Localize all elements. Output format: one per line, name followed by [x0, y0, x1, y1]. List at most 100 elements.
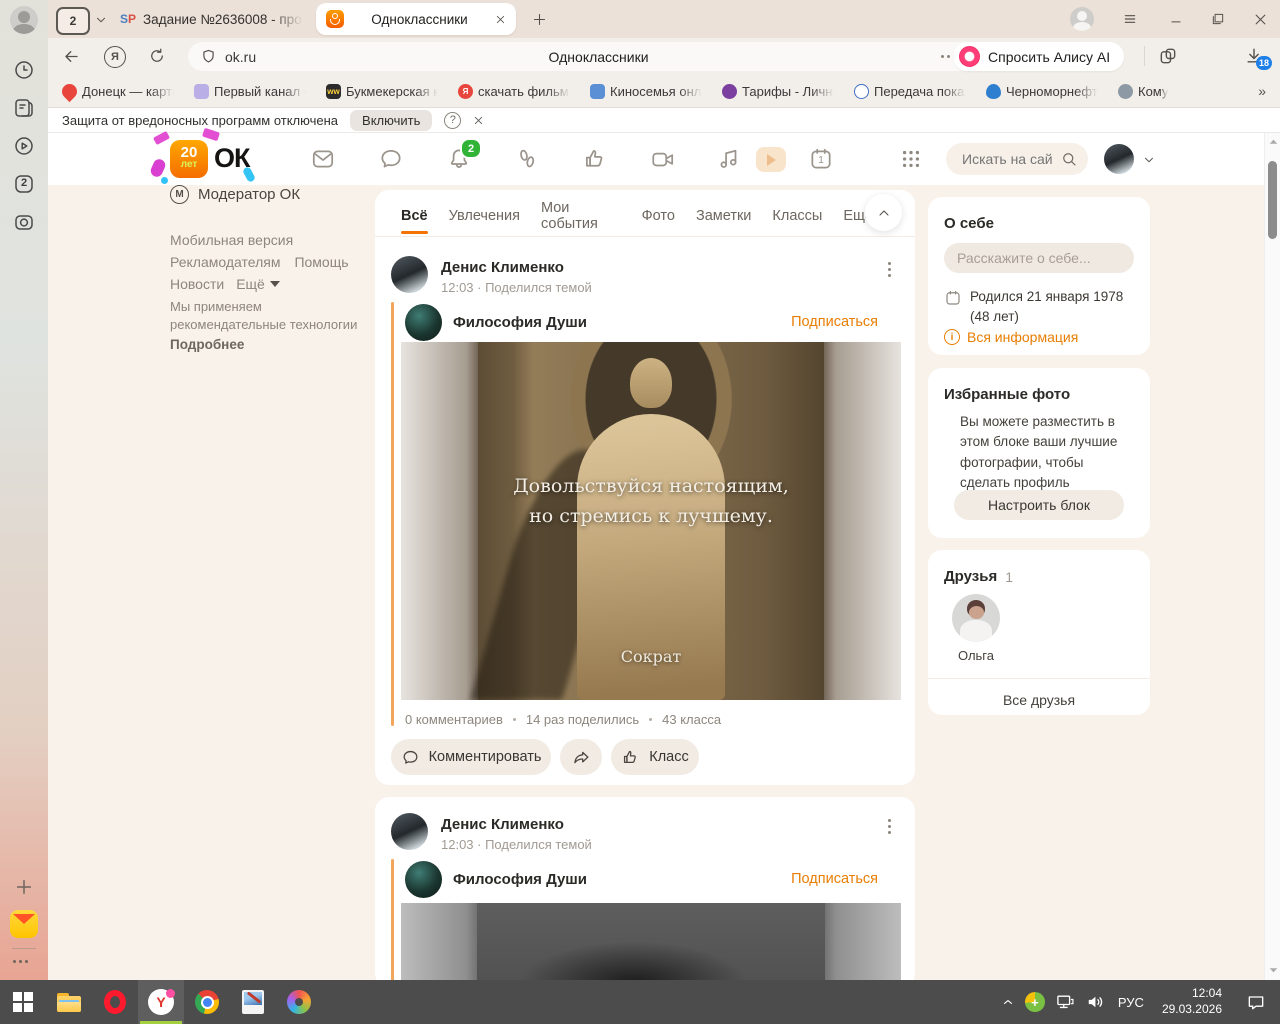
- nav-help-link[interactable]: Помощь: [294, 254, 348, 270]
- sidebar-more-icon[interactable]: [13, 960, 28, 963]
- site-search[interactable]: [946, 143, 1088, 175]
- tab-counter[interactable]: 2: [56, 7, 90, 35]
- bookmark-item[interactable]: Передача показа: [854, 83, 966, 99]
- tab-counter-chevron-icon[interactable]: [94, 13, 108, 27]
- group-name[interactable]: Философия Души: [453, 314, 587, 331]
- url-field[interactable]: ok.ru Одноклассники: [188, 42, 996, 71]
- bookmark-item[interactable]: Донецк — карта,: [58, 80, 174, 102]
- enable-protect-button[interactable]: Включить: [350, 109, 433, 131]
- user-menu-chevron-icon[interactable]: [1142, 153, 1156, 167]
- group-name[interactable]: Философия Души: [453, 871, 587, 888]
- feed-articles-icon[interactable]: [12, 96, 36, 120]
- history-icon[interactable]: [12, 58, 36, 82]
- chrome-icon[interactable]: [184, 980, 230, 1024]
- help-icon[interactable]: ?: [444, 111, 462, 129]
- apps-grid-icon[interactable]: [900, 148, 922, 170]
- feed-tab-hobbies[interactable]: Увлечения: [449, 208, 520, 224]
- video-panel-icon[interactable]: [12, 134, 36, 158]
- browser-user-avatar[interactable]: [1070, 7, 1094, 31]
- paint-icon[interactable]: [230, 980, 276, 1024]
- subscribe-link[interactable]: Подписаться: [791, 314, 878, 330]
- yandex-browser-icon[interactable]: Y: [138, 980, 184, 1024]
- scroll-up-icon[interactable]: [1269, 138, 1278, 145]
- all-info-link[interactable]: i Вся информация: [944, 329, 1078, 345]
- feed-tab-likes[interactable]: Классы: [772, 208, 822, 224]
- post-author-avatar[interactable]: [391, 813, 428, 850]
- bookmarks-overflow-icon[interactable]: »: [1258, 83, 1266, 99]
- yandex-services-icon[interactable]: Я: [104, 46, 126, 68]
- alice-button[interactable]: Спросить Алису AI: [953, 42, 1125, 71]
- comment-button[interactable]: Комментировать: [391, 739, 551, 775]
- post-author-name[interactable]: Денис Клименко: [441, 816, 564, 833]
- tray-clock[interactable]: 12:04 29.03.2026: [1152, 980, 1232, 1024]
- nav-more-link[interactable]: Ещё: [236, 276, 280, 292]
- about-input[interactable]: Расскажите о себе...: [944, 243, 1134, 273]
- language-indicator[interactable]: РУС: [1110, 980, 1152, 1024]
- post-author-name[interactable]: Денис Клименко: [441, 259, 564, 276]
- downloads-icon[interactable]: 18: [1244, 46, 1272, 70]
- search-input[interactable]: [960, 150, 1060, 168]
- likes-count[interactable]: 43 класса: [662, 712, 721, 727]
- window-close-icon[interactable]: [1240, 1, 1280, 37]
- nav-news-link[interactable]: Новости: [170, 276, 224, 292]
- action-center-icon[interactable]: [1232, 980, 1280, 1024]
- collapse-feed-button[interactable]: [865, 194, 902, 231]
- start-button-icon[interactable]: [0, 980, 46, 1024]
- music-icon[interactable]: [716, 146, 742, 172]
- messages-icon[interactable]: [310, 146, 336, 172]
- ok-user-avatar[interactable]: [1104, 144, 1134, 174]
- feed-tab-photo[interactable]: Фото: [642, 208, 675, 224]
- screenshot-icon[interactable]: [12, 210, 36, 234]
- tray-expand-icon[interactable]: [996, 980, 1020, 1024]
- feed-tab-notes[interactable]: Заметки: [696, 208, 751, 224]
- discussions-icon[interactable]: [378, 146, 404, 172]
- likes-icon[interactable]: [582, 146, 608, 172]
- feed-tab-events[interactable]: Мои события: [541, 200, 621, 232]
- share-button[interactable]: [560, 739, 602, 775]
- nav-ads-link[interactable]: Рекламодателям: [170, 254, 280, 270]
- bookmark-item[interactable]: Первый канал —: [194, 83, 306, 99]
- bookmark-item[interactable]: Тарифы - Личный: [722, 83, 834, 99]
- profile-avatar[interactable]: [10, 6, 38, 34]
- post-menu-icon[interactable]: [882, 819, 896, 834]
- tab-close-icon[interactable]: [495, 14, 506, 25]
- window-minimize-icon[interactable]: [1156, 1, 1196, 37]
- friends-title[interactable]: Друзья: [944, 568, 997, 585]
- moderator-row[interactable]: М Модератор ОК: [170, 185, 300, 204]
- group-avatar[interactable]: [405, 861, 442, 898]
- tab-inactive[interactable]: SP Задание №2636008 - про: [120, 4, 310, 34]
- tabs-panel-icon[interactable]: 2: [12, 172, 36, 196]
- post-menu-icon[interactable]: [882, 262, 896, 277]
- post-image[interactable]: [401, 903, 901, 980]
- videos-icon[interactable]: [650, 146, 676, 172]
- file-explorer-icon[interactable]: [46, 980, 92, 1024]
- feed-tab-all[interactable]: Всё: [401, 208, 428, 234]
- scrollbar-thumb[interactable]: [1268, 161, 1277, 239]
- new-tab-icon[interactable]: [532, 12, 547, 27]
- network-tray-icon[interactable]: [1050, 980, 1080, 1024]
- warning-close-icon[interactable]: [473, 115, 484, 126]
- photos-swirl-icon[interactable]: [276, 980, 322, 1024]
- ok-anniversary-logo[interactable]: 20 лет: [170, 140, 208, 178]
- bookmark-item[interactable]: Киносемья онлай: [590, 83, 702, 99]
- opera-icon[interactable]: [92, 980, 138, 1024]
- shares-count[interactable]: 14 раз поделились: [526, 712, 639, 727]
- guests-icon[interactable]: [514, 146, 540, 172]
- back-icon[interactable]: [62, 47, 81, 66]
- all-friends-link[interactable]: Все друзья: [928, 692, 1150, 708]
- window-maximize-icon[interactable]: [1198, 1, 1238, 37]
- volume-tray-icon[interactable]: [1080, 980, 1110, 1024]
- class-button[interactable]: Класс: [611, 739, 699, 775]
- tab-active[interactable]: Одноклассники: [316, 3, 516, 35]
- yandex-mail-icon[interactable]: [10, 910, 38, 938]
- details-link[interactable]: Подробнее: [170, 337, 244, 352]
- events-calendar-icon[interactable]: 1: [808, 146, 834, 172]
- post-author-avatar[interactable]: [391, 256, 428, 293]
- post-image[interactable]: Довольствуйся настоящим, но стремись к лу…: [401, 342, 901, 700]
- antivirus-tray-icon[interactable]: +: [1020, 980, 1050, 1024]
- reload-icon[interactable]: [148, 47, 166, 65]
- friend-avatar[interactable]: [952, 594, 1000, 642]
- friend-name[interactable]: Ольга: [952, 648, 1000, 663]
- bookmark-item[interactable]: Яскачать фильмы 2: [458, 83, 570, 99]
- comments-count[interactable]: 0 комментариев: [405, 712, 503, 727]
